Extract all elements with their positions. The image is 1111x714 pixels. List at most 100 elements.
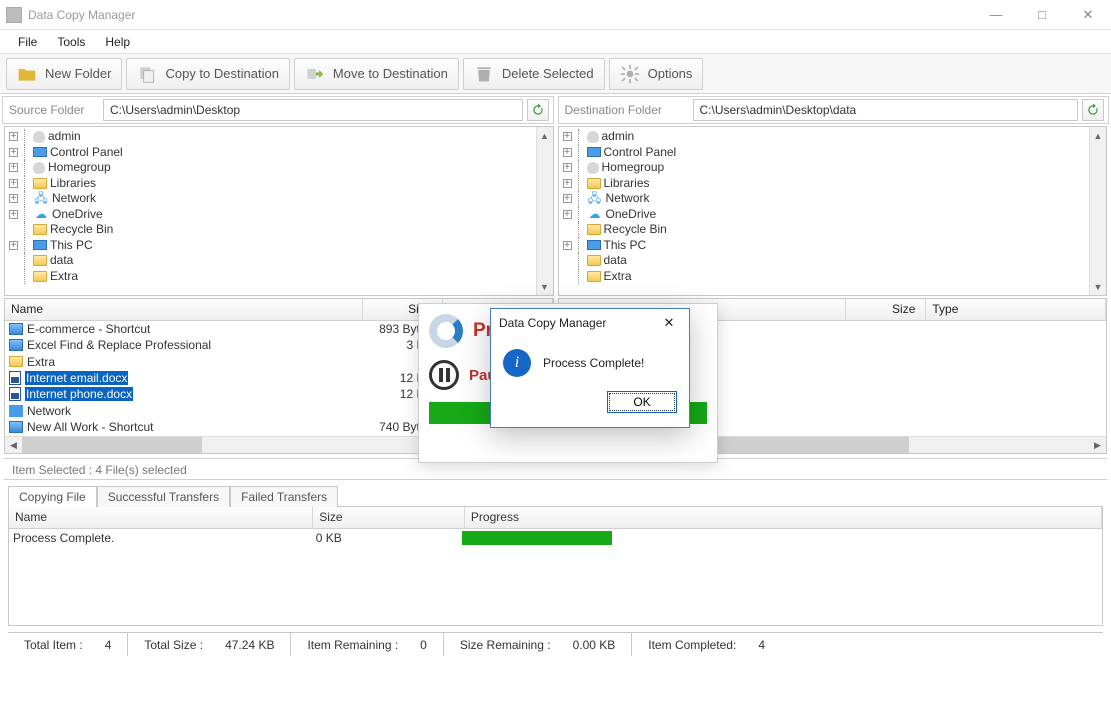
expand-icon (9, 256, 18, 265)
tree-node-libraries[interactable]: + Libraries (563, 176, 1107, 192)
source-tree-scrollbar[interactable]: ▲▼ (536, 127, 553, 295)
dest-tree-scrollbar[interactable]: ▲▼ (1089, 127, 1106, 295)
copy-icon (137, 64, 157, 84)
source-tree[interactable]: +admin+Control Panel+Homegroup+Libraries… (4, 126, 554, 296)
monitor-icon (587, 147, 601, 157)
tree-node-controlPanel[interactable]: + Control Panel (563, 145, 1107, 161)
file-name: Network (27, 404, 71, 418)
tree-node-data[interactable]: data (563, 253, 1107, 269)
tree-node-onedrive[interactable]: +☁OneDrive (563, 207, 1107, 223)
tree-node-recycle[interactable]: Recycle Bin (9, 222, 553, 238)
expand-icon (9, 225, 18, 234)
delete-button[interactable]: Delete Selected (463, 58, 605, 90)
tree-node-recycle[interactable]: Recycle Bin (563, 222, 1107, 238)
tree-node-thisPC[interactable]: +This PC (9, 238, 553, 254)
dest-label: Destination Folder (559, 103, 689, 117)
menu-file[interactable]: File (8, 33, 47, 51)
dialog-message: Process Complete! (543, 356, 644, 370)
col-size[interactable]: Size (313, 507, 465, 528)
tree-node-libraries[interactable]: + Libraries (9, 176, 553, 192)
expand-icon[interactable]: + (9, 148, 18, 157)
expand-icon[interactable]: + (563, 163, 572, 172)
expand-icon[interactable]: + (563, 179, 572, 188)
folder-icon (587, 224, 601, 235)
expand-icon[interactable]: + (563, 210, 572, 219)
tree-node-label: OneDrive (52, 207, 103, 223)
tree-node-network[interactable]: + 🖧Network (563, 191, 1107, 207)
tree-node-admin[interactable]: +admin (9, 129, 553, 145)
expand-icon[interactable]: + (563, 194, 572, 203)
expand-icon[interactable]: + (9, 132, 18, 141)
tree-node-thisPC[interactable]: +This PC (563, 238, 1107, 254)
move-button[interactable]: Move to Destination (294, 58, 459, 90)
tree-node-label: Libraries (604, 176, 650, 192)
file-name: Extra (27, 355, 55, 369)
tree-node-label: Homegroup (602, 160, 665, 176)
tab-copying[interactable]: Copying File (8, 486, 97, 507)
minimize-button[interactable]: — (973, 0, 1019, 30)
ok-button[interactable]: OK (607, 391, 677, 413)
net-icon: 🖧 (587, 192, 603, 206)
tree-node-extra[interactable]: Extra (563, 269, 1107, 285)
file-name: New All Work - Shortcut (27, 420, 153, 434)
tree-node-extra[interactable]: Extra (9, 269, 553, 285)
folder-icon (33, 178, 47, 189)
col-type[interactable]: Type (926, 299, 1106, 320)
close-button[interactable]: ✕ (1065, 0, 1111, 30)
expand-icon[interactable]: + (9, 241, 18, 250)
expand-icon (563, 225, 572, 234)
tree-node-label: data (604, 253, 627, 269)
col-name[interactable]: Name (9, 507, 313, 528)
col-size[interactable]: Size (846, 299, 926, 320)
fold-icon (9, 356, 23, 367)
dest-path-input[interactable]: C:\Users\admin\Desktop\data (693, 99, 1079, 121)
expand-icon[interactable]: + (9, 163, 18, 172)
dest-refresh-button[interactable] (1082, 99, 1104, 121)
tree-node-data[interactable]: data (9, 253, 553, 269)
new-folder-button[interactable]: New Folder (6, 58, 122, 90)
total-item-value: 4 (105, 638, 112, 652)
dialog-close-button[interactable]: ✕ (657, 313, 681, 333)
toolbar: New Folder Copy to Destination Move to D… (0, 54, 1111, 94)
col-progress[interactable]: Progress (465, 507, 1102, 528)
options-label: Options (648, 66, 693, 81)
net-icon: 🖧 (33, 192, 49, 206)
tree-node-label: Network (606, 191, 650, 207)
col-name[interactable]: Name (5, 299, 363, 320)
tree-node-homegroup[interactable]: +Homegroup (9, 160, 553, 176)
pause-button[interactable] (429, 360, 459, 390)
transfer-row[interactable]: Process Complete.0 KB (9, 529, 1102, 547)
status-bar: Total Item :4 Total Size :47.24 KB Item … (8, 632, 1103, 656)
expand-icon[interactable]: + (9, 179, 18, 188)
copy-button[interactable]: Copy to Destination (126, 58, 289, 90)
doc-icon (9, 387, 21, 401)
source-refresh-button[interactable] (527, 99, 549, 121)
folder-icon (587, 255, 601, 266)
tree-node-homegroup[interactable]: + Homegroup (563, 160, 1107, 176)
expand-icon[interactable]: + (563, 148, 572, 157)
options-button[interactable]: Options (609, 58, 704, 90)
file-name: Internet phone.docx (25, 387, 133, 401)
short-icon (9, 323, 23, 335)
transfer-name: Process Complete. (9, 531, 312, 545)
dest-tree[interactable]: +admin+Control Panel+Homegroup+Libraries… (558, 126, 1108, 296)
expand-icon[interactable]: + (9, 210, 18, 219)
netw-icon (9, 405, 23, 417)
tree-node-controlPanel[interactable]: +Control Panel (9, 145, 553, 161)
tree-node-network[interactable]: +🖧Network (9, 191, 553, 207)
short-icon (9, 421, 23, 433)
tab-successful[interactable]: Successful Transfers (97, 486, 230, 507)
source-path-input[interactable]: C:\Users\admin\Desktop (103, 99, 523, 121)
user-icon (587, 162, 599, 174)
tree-node-admin[interactable]: +admin (563, 129, 1107, 145)
tree-node-label: Control Panel (604, 145, 677, 161)
tab-failed[interactable]: Failed Transfers (230, 486, 338, 507)
expand-icon[interactable]: + (563, 241, 572, 250)
maximize-button[interactable]: □ (1019, 0, 1065, 30)
tree-node-onedrive[interactable]: +☁OneDrive (9, 207, 553, 223)
tree-node-label: Libraries (50, 176, 96, 192)
expand-icon[interactable]: + (9, 194, 18, 203)
expand-icon[interactable]: + (563, 132, 572, 141)
menu-help[interactable]: Help (95, 33, 140, 51)
menu-tools[interactable]: Tools (47, 33, 95, 51)
